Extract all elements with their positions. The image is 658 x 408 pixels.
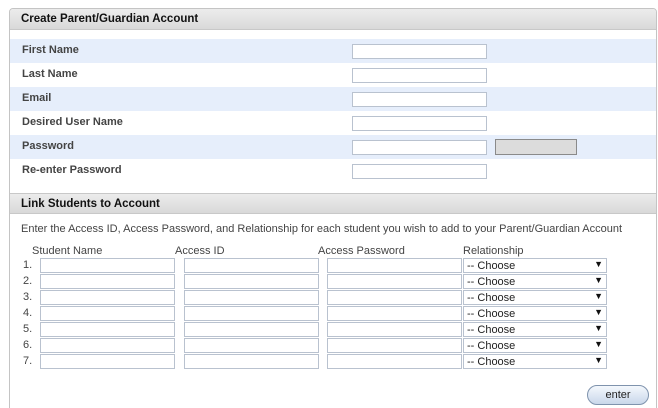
student-name-input[interactable]: [40, 322, 175, 337]
reenter-password-label: Re-enter Password: [22, 164, 122, 176]
form-row-first-name: First Name: [10, 39, 656, 63]
access-id-input[interactable]: [184, 338, 319, 353]
row-number: 4.: [23, 307, 33, 319]
chevron-down-icon: ▼: [594, 339, 603, 349]
row-number: 1.: [23, 259, 33, 271]
student-name-input[interactable]: [40, 258, 175, 273]
student-name-input[interactable]: [40, 306, 175, 321]
student-row: 3. -- Choose ▼: [10, 290, 656, 306]
relationship-select-value: -- Choose: [467, 260, 516, 272]
column-header-access-id: Access ID: [175, 245, 225, 257]
access-password-input[interactable]: [327, 274, 462, 289]
row-number: 7.: [23, 355, 33, 367]
reenter-password-input[interactable]: [352, 164, 487, 179]
chevron-down-icon: ▼: [594, 355, 603, 365]
relationship-select[interactable]: -- Choose ▼: [463, 306, 607, 321]
access-password-input[interactable]: [327, 290, 462, 305]
chevron-down-icon: ▼: [594, 275, 603, 285]
access-id-input[interactable]: [184, 290, 319, 305]
student-name-input[interactable]: [40, 354, 175, 369]
relationship-select[interactable]: -- Choose ▼: [463, 290, 607, 305]
chevron-down-icon: ▼: [594, 323, 603, 333]
access-id-input[interactable]: [184, 306, 319, 321]
access-password-input[interactable]: [327, 354, 462, 369]
first-name-input[interactable]: [352, 44, 487, 59]
access-password-input[interactable]: [327, 258, 462, 273]
form-row-email: Email: [10, 87, 656, 111]
first-name-label: First Name: [22, 44, 79, 56]
chevron-down-icon: ▼: [594, 291, 603, 301]
row-number: 6.: [23, 339, 33, 351]
column-header-student-name: Student Name: [32, 245, 103, 257]
relationship-select[interactable]: -- Choose ▼: [463, 338, 607, 353]
form-row-password: Password: [10, 135, 656, 159]
student-row: 6. -- Choose ▼: [10, 338, 656, 354]
chevron-down-icon: ▼: [594, 307, 603, 317]
access-id-input[interactable]: [184, 354, 319, 369]
student-row: 2. -- Choose ▼: [10, 274, 656, 290]
column-header-access-password: Access Password: [318, 245, 405, 257]
chevron-down-icon: ▼: [594, 259, 603, 269]
row-number: 3.: [23, 291, 33, 303]
form-row-last-name: Last Name: [10, 63, 656, 87]
relationship-select-value: -- Choose: [467, 324, 516, 336]
student-name-input[interactable]: [40, 338, 175, 353]
relationship-select[interactable]: -- Choose ▼: [463, 354, 607, 369]
section-title-link-students: Link Students to Account: [10, 193, 656, 214]
email-input[interactable]: [352, 92, 487, 107]
access-password-input[interactable]: [327, 338, 462, 353]
form-row-reenter-password: Re-enter Password: [10, 159, 656, 183]
password-strength-meter: [495, 139, 577, 155]
relationship-select[interactable]: -- Choose ▼: [463, 274, 607, 289]
relationship-select-value: -- Choose: [467, 276, 516, 288]
relationship-select[interactable]: -- Choose ▼: [463, 258, 607, 273]
email-label: Email: [22, 92, 52, 104]
access-id-input[interactable]: [184, 322, 319, 337]
column-header-relationship: Relationship: [463, 245, 524, 257]
username-label: Desired User Name: [22, 116, 123, 128]
relationship-select-value: -- Choose: [467, 292, 516, 304]
access-id-input[interactable]: [184, 258, 319, 273]
student-row: 4. -- Choose ▼: [10, 306, 656, 322]
student-row: 5. -- Choose ▼: [10, 322, 656, 338]
password-label: Password: [22, 140, 74, 152]
student-name-input[interactable]: [40, 290, 175, 305]
enter-button[interactable]: enter: [587, 385, 649, 405]
username-input[interactable]: [352, 116, 487, 131]
password-input[interactable]: [352, 140, 487, 155]
student-row: 1. -- Choose ▼: [10, 258, 656, 274]
last-name-label: Last Name: [22, 68, 78, 80]
form-row-username: Desired User Name: [10, 111, 656, 135]
relationship-select-value: -- Choose: [467, 356, 516, 368]
relationship-select-value: -- Choose: [467, 340, 516, 352]
last-name-input[interactable]: [352, 68, 487, 83]
relationship-select-value: -- Choose: [467, 308, 516, 320]
access-password-input[interactable]: [327, 322, 462, 337]
account-form-panel: Create Parent/Guardian Account First Nam…: [9, 8, 657, 408]
row-number: 2.: [23, 275, 33, 287]
relationship-select[interactable]: -- Choose ▼: [463, 322, 607, 337]
access-password-input[interactable]: [327, 306, 462, 321]
student-name-input[interactable]: [40, 274, 175, 289]
section-title-create-account: Create Parent/Guardian Account: [10, 9, 656, 30]
link-instructions: Enter the Access ID, Access Password, an…: [21, 223, 623, 235]
access-id-input[interactable]: [184, 274, 319, 289]
row-number: 5.: [23, 323, 33, 335]
student-row: 7. -- Choose ▼: [10, 354, 656, 370]
